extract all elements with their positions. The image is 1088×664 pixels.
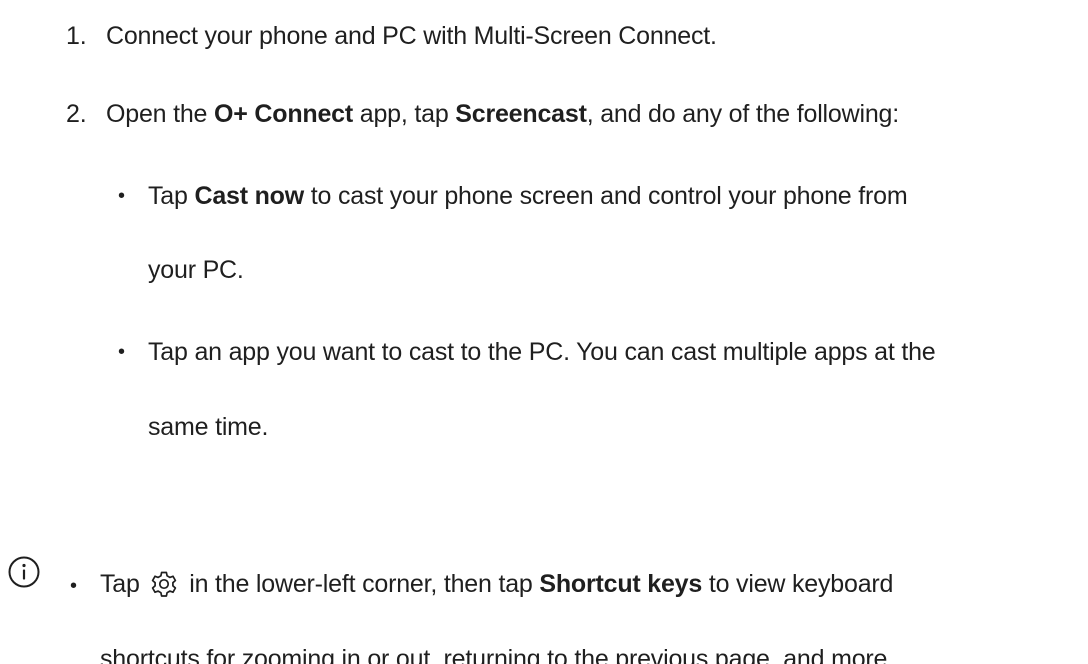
sub-item-cast-app: Tap an app you want to cast to the PC. Y…: [148, 338, 936, 366]
step-number: 1.: [66, 22, 87, 50]
sub-item-text-rest: to cast your phone screen and control yo…: [304, 182, 908, 210]
step-text-post: , and do any of the following:: [586, 100, 899, 128]
bullet-marker: •: [70, 575, 77, 597]
step-text: Connect your phone and PC with Multi-Scr…: [106, 22, 717, 50]
step-1: 1. Connect your phone and PC with Multi-S…: [66, 20, 717, 52]
shortcut-keys-label: Shortcut keys: [539, 570, 703, 598]
sub-item-text-pre: Tap: [148, 182, 195, 210]
step-text-mid: app, tap: [353, 100, 456, 128]
step-2: 2. Open the O+ Connect app, tap Screencas…: [66, 98, 899, 130]
screencast-label: Screencast: [455, 100, 587, 128]
sub-item-cast-now-line2: your PC.: [148, 256, 244, 284]
bullet-marker: •: [118, 341, 125, 363]
note-line-2: shortcuts for zooming in or out, returni…: [100, 645, 894, 664]
note-line-1: Tap in the lower-left corner, then tap S…: [100, 568, 893, 600]
step-number: 2.: [66, 100, 87, 128]
app-name: O+ Connect: [214, 100, 354, 128]
cast-now-label: Cast now: [194, 182, 304, 210]
sub-item-cast-now: Tap Cast now to cast your phone screen a…: [148, 180, 908, 212]
bullet-marker: •: [118, 185, 125, 207]
note-text-mid: in the lower-left corner, then tap: [182, 570, 540, 598]
sub-item-cast-app-line2: same time.: [148, 413, 269, 441]
info-icon: [8, 556, 40, 588]
gear-icon: [152, 571, 177, 597]
step-text-pre: Open the: [106, 100, 215, 128]
note-text-pre: Tap: [100, 570, 147, 598]
note-text-rest: to view keyboard: [702, 570, 894, 598]
